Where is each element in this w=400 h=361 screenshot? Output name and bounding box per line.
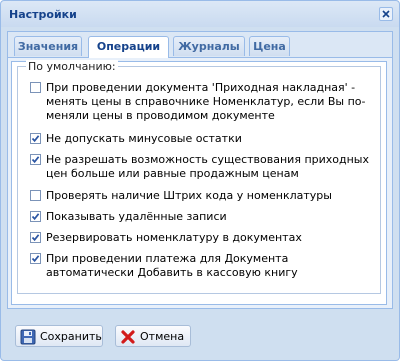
title-bar[interactable]: Настройки — [1, 1, 399, 27]
check-icon — [31, 135, 40, 143]
option-label: При проведении документа 'Приходная накл… — [46, 81, 366, 122]
tab-label: Операции — [96, 40, 161, 53]
checkbox[interactable] — [30, 232, 41, 243]
check-icon — [31, 213, 40, 221]
option-no-negative-stock[interactable]: Не допускать минусовые остатки — [30, 132, 370, 146]
option-label: Проверять наличие Штрих кода у номенклат… — [46, 189, 332, 202]
tab-operations[interactable]: Операции — [88, 36, 169, 58]
option-label: При проведении платежа для Документа авт… — [46, 252, 298, 279]
floppy-disk-icon — [20, 329, 36, 345]
checkbox[interactable] — [30, 133, 41, 144]
cancel-button-label: Отмена — [140, 330, 185, 343]
tab-label: Журналы — [178, 40, 240, 53]
dialog-title: Настройки — [9, 8, 77, 21]
group-legend: По умолчанию: — [26, 60, 118, 73]
option-reserve-items[interactable]: Резервировать номенклатуру в документах — [30, 231, 370, 245]
tab-values[interactable]: Значения — [14, 36, 82, 56]
option-show-deleted[interactable]: Показывать удалённые записи — [30, 210, 370, 224]
check-icon — [31, 255, 40, 263]
tab-panel: Значения Операции Журналы Цена По умолча… — [7, 31, 393, 309]
settings-dialog: Настройки Значения Операции Журналы Цена… — [0, 0, 400, 361]
check-icon — [31, 234, 40, 242]
tab-label: Значения — [17, 40, 79, 53]
defaults-group: По умолчанию: При проведении документа '… — [17, 60, 381, 294]
checkbox[interactable] — [30, 253, 41, 264]
close-icon — [382, 10, 390, 18]
operations-tab-content: По умолчанию: При проведении документа '… — [11, 60, 387, 305]
save-button[interactable]: Сохранить — [15, 325, 103, 347]
option-label: Резервировать номенклатуру в документах — [46, 231, 302, 244]
check-icon — [31, 156, 40, 164]
checkbox[interactable] — [30, 190, 41, 201]
red-x-icon — [121, 330, 135, 344]
option-check-barcode[interactable]: Проверять наличие Штрих кода у номенклат… — [30, 189, 370, 203]
save-button-label: Сохранить — [40, 330, 102, 343]
tab-label: Цена — [253, 40, 286, 53]
option-add-to-cashbook[interactable]: При проведении платежа для Документа авт… — [30, 252, 370, 280]
tab-journals[interactable]: Журналы — [173, 36, 245, 56]
checkbox[interactable] — [30, 154, 41, 165]
checkbox[interactable] — [30, 82, 41, 93]
option-update-catalog-prices[interactable]: При проведении документа 'Приходная накл… — [30, 81, 370, 123]
tab-bar: Значения Операции Журналы Цена — [8, 32, 392, 58]
option-forbid-purchase-above-sale[interactable]: Не разрешать возможность существования п… — [30, 153, 370, 181]
cancel-button[interactable]: Отмена — [115, 325, 191, 347]
tab-price[interactable]: Цена — [249, 36, 290, 56]
close-button[interactable] — [379, 7, 393, 21]
option-label: Показывать удалённые записи — [46, 210, 227, 223]
option-label: Не разрешать возможность существования п… — [46, 153, 369, 180]
checkbox[interactable] — [30, 211, 41, 222]
option-label: Не допускать минусовые остатки — [46, 132, 242, 145]
